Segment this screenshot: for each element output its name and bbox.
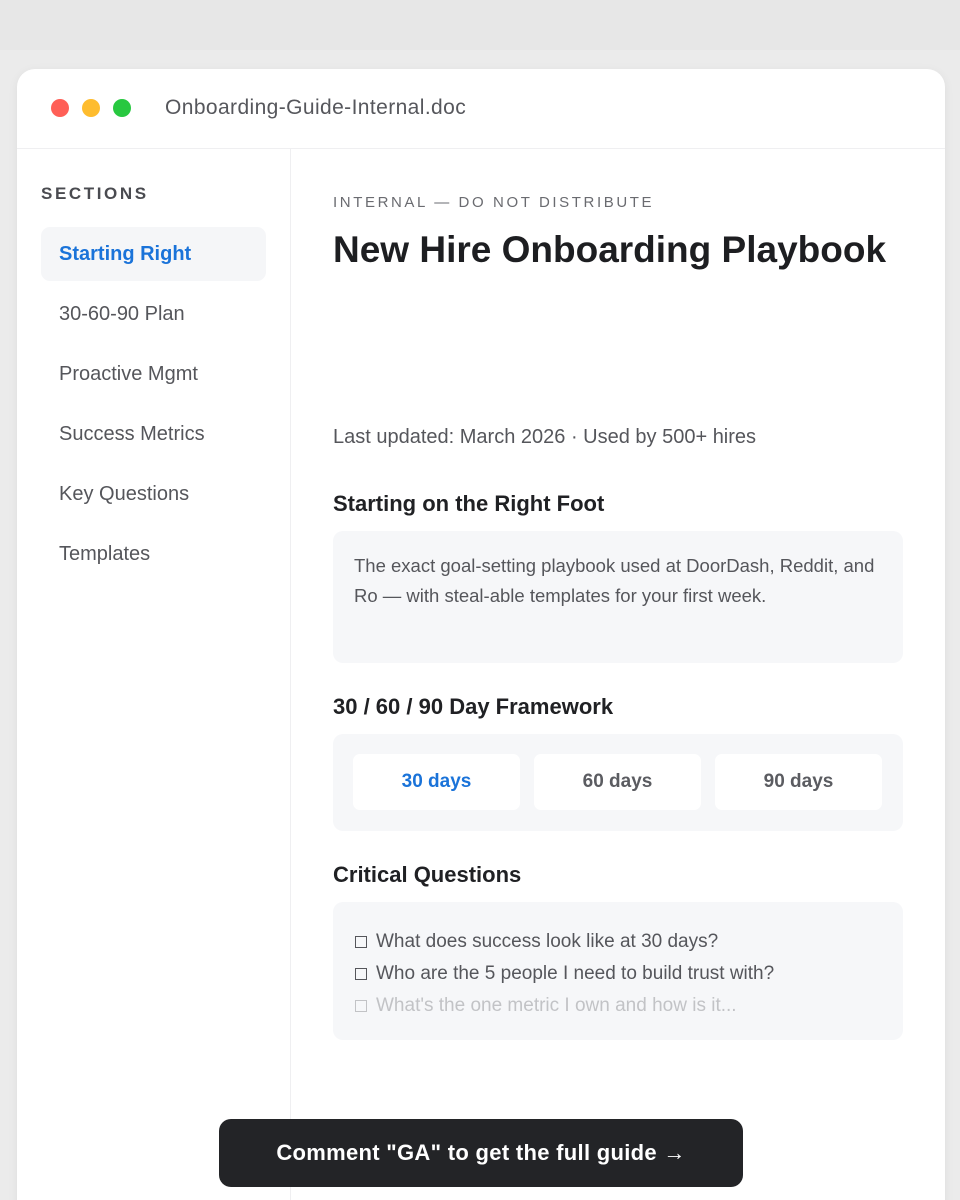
top-background-band xyxy=(0,0,960,50)
close-window-button[interactable] xyxy=(51,99,69,117)
question-text: What does success look like at 30 days? xyxy=(376,931,719,952)
minimize-window-button[interactable] xyxy=(82,99,100,117)
page-title: New Hire Onboarding Playbook xyxy=(333,229,887,270)
last-updated-meta: Last updated: March 2026 · Used by 500+ … xyxy=(333,426,757,448)
intro-card: The exact goal-setting playbook used at … xyxy=(333,531,903,663)
confidentiality-label: INTERNAL — DO NOT DISTRIBUTE xyxy=(333,194,655,211)
sidebar-item-starting-right[interactable]: Starting Right xyxy=(41,227,266,281)
intro-text: The exact goal-setting playbook used at … xyxy=(354,555,875,606)
question-list: What does success look like at 30 days? … xyxy=(355,926,885,1022)
section-title-framework: 30 / 60 / 90 Day Framework xyxy=(333,694,614,719)
question-text: Who are the 5 people I need to build tru… xyxy=(376,963,775,984)
tab-30-days[interactable]: 30 days xyxy=(353,754,520,810)
tab-90-days[interactable]: 90 days xyxy=(715,754,882,810)
section-title-questions: Critical Questions xyxy=(333,862,522,887)
sidebar-item-proactive-mgmt[interactable]: Proactive Mgmt xyxy=(41,347,266,401)
question-item: Who are the 5 people I need to build tru… xyxy=(355,958,885,990)
sidebar-item-success-metrics[interactable]: Success Metrics xyxy=(41,407,266,461)
checkbox-icon[interactable] xyxy=(355,1000,367,1012)
document-window: Onboarding-Guide-Internal.doc SECTIONS S… xyxy=(17,69,945,1200)
tab-60-days[interactable]: 60 days xyxy=(534,754,701,810)
sidebar-item-key-questions[interactable]: Key Questions xyxy=(41,467,266,521)
framework-card: 30 days 60 days 90 days xyxy=(333,734,903,831)
checkbox-icon[interactable] xyxy=(355,936,367,948)
sidebar-heading: SECTIONS xyxy=(41,184,149,203)
checkbox-icon[interactable] xyxy=(355,968,367,980)
framework-tabs: 30 days 60 days 90 days xyxy=(353,754,882,810)
question-item: What does success look like at 30 days? xyxy=(355,926,885,958)
sidebar-nav: Starting Right 30-60-90 Plan Proactive M… xyxy=(41,227,266,587)
window-filename: Onboarding-Guide-Internal.doc xyxy=(165,96,467,119)
sidebar-item-30-60-90-plan[interactable]: 30-60-90 Plan xyxy=(41,287,266,341)
get-full-guide-button[interactable]: Comment "GA" to get the full guide → xyxy=(219,1119,743,1187)
questions-card: What does success look like at 30 days? … xyxy=(333,902,903,1040)
section-title-intro: Starting on the Right Foot xyxy=(333,491,605,516)
title-bar: Onboarding-Guide-Internal.doc xyxy=(17,69,945,149)
question-item-faded: What's the one metric I own and how is i… xyxy=(355,990,885,1022)
maximize-window-button[interactable] xyxy=(113,99,131,117)
sidebar: SECTIONS Starting Right 30-60-90 Plan Pr… xyxy=(17,149,291,1200)
question-text: What's the one metric I own and how is i… xyxy=(376,995,737,1016)
sidebar-item-templates[interactable]: Templates xyxy=(41,527,266,581)
